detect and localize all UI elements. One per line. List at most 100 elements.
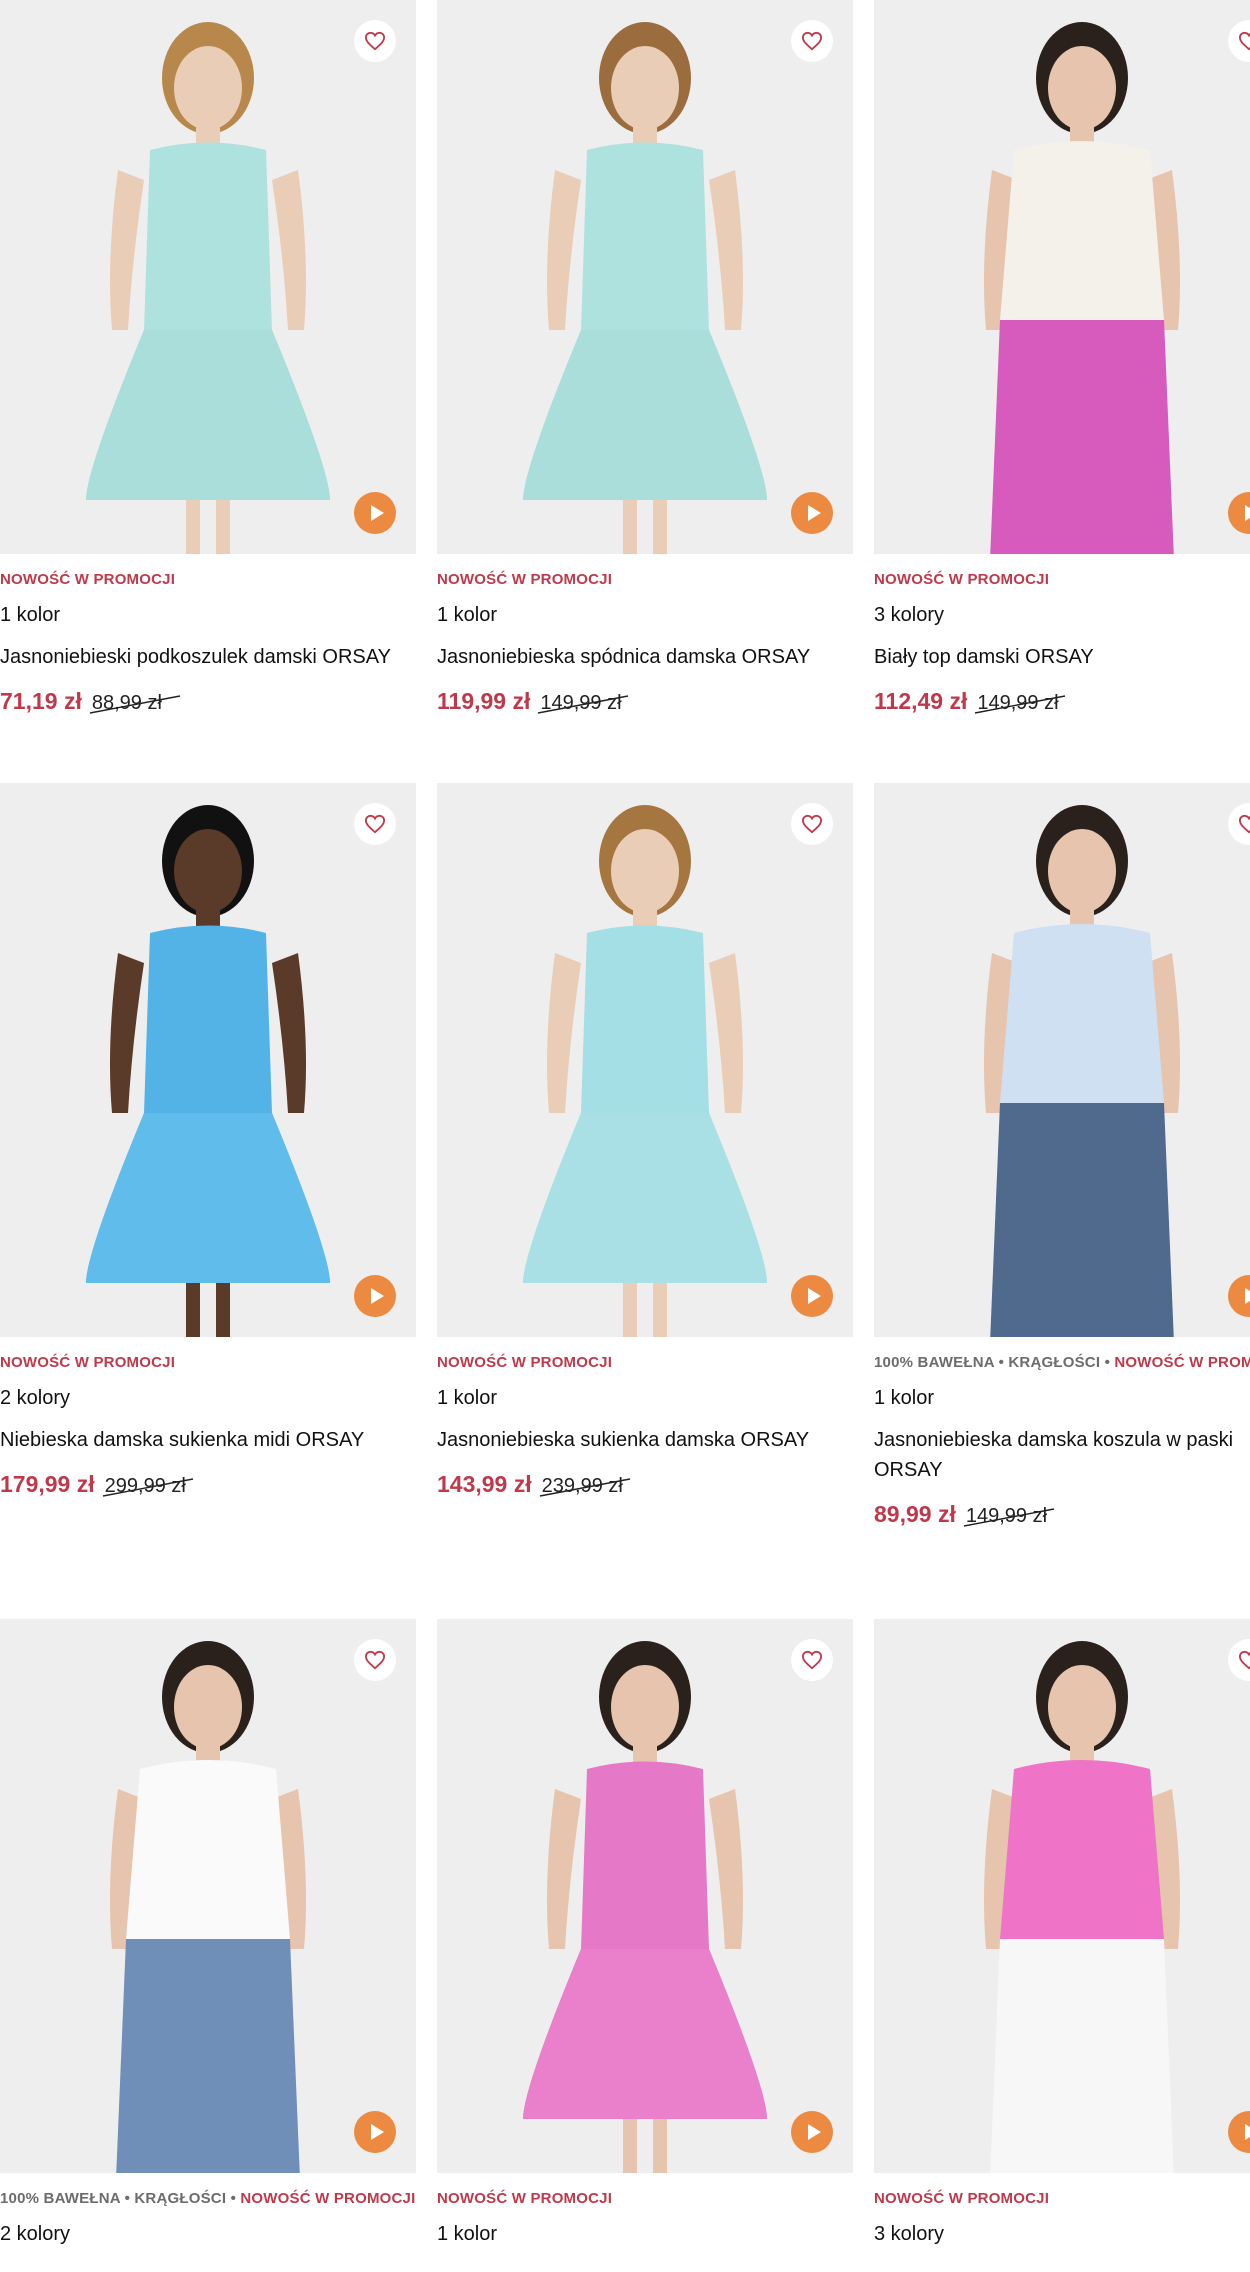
price-row: 143,99 zł 239,99 zł <box>437 1471 853 1498</box>
heart-outline-icon <box>364 1650 386 1670</box>
color-count: 1 kolor <box>437 2223 498 2245</box>
sale-price: 143,99 zł <box>437 1471 532 1497</box>
sale-price: 71,19 zł <box>0 688 82 714</box>
product-image[interactable] <box>874 0 1250 554</box>
tag-separator: • <box>226 2190 241 2207</box>
strikethrough-line <box>102 1478 193 1497</box>
heart-outline-icon <box>801 31 823 51</box>
color-count: 1 kolor <box>874 1387 935 1409</box>
product-card[interactable]: NOWOŚĆ W PROMOCJI 3 kolory Biały top damsk… <box>874 0 1250 715</box>
product-title[interactable]: Jasnoniebieska spódnica damska ORSAY <box>437 642 853 672</box>
play-icon <box>369 504 385 522</box>
original-price: 149,99 zł <box>975 692 1066 715</box>
color-count: 1 kolor <box>437 604 498 626</box>
promo-tag: NOWOŚĆ W PROMOCJI <box>874 2190 1050 2207</box>
heart-outline-icon <box>801 814 823 834</box>
product-tags: NOWOŚĆ W PROMOCJI <box>0 1351 416 1374</box>
product-image[interactable] <box>0 0 416 554</box>
strikethrough-line <box>538 695 629 714</box>
promo-tag: NOWOŚĆ W PROMOCJI <box>437 571 613 588</box>
tag-separator: • <box>1100 1354 1115 1371</box>
product-image[interactable] <box>874 1619 1250 2173</box>
original-price: 239,99 zł <box>539 1475 630 1498</box>
original-price: 299,99 zł <box>102 1475 193 1498</box>
promo-tag: NOWOŚĆ W PROMOCJI <box>437 2190 613 2207</box>
original-price: 149,99 zł <box>538 692 629 715</box>
product-title[interactable]: Jasnoniebieska sukienka damska ORSAY <box>437 1425 853 1455</box>
sale-price: 119,99 zł <box>437 688 531 714</box>
strikethrough-line <box>89 695 180 714</box>
play-video-button[interactable] <box>791 2111 833 2153</box>
feature-tag: KRĄGŁOŚCI <box>134 2190 227 2207</box>
promo-tag: NOWOŚĆ W PROMOCJI <box>874 571 1050 588</box>
favorite-button[interactable] <box>791 20 833 62</box>
product-card[interactable]: NOWOŚĆ W PROMOCJI 1 kolor Jasnoniebieska s… <box>437 0 853 715</box>
product-image[interactable] <box>437 1619 853 2173</box>
favorite-button[interactable] <box>354 803 396 845</box>
product-card[interactable]: NOWOŚĆ W PROMOCJI 1 kolor <box>437 1619 853 2247</box>
feature-tag: 100% BAWEŁNA <box>0 2190 121 2207</box>
play-icon <box>806 2123 822 2141</box>
promo-tag: NOWOŚĆ W PROMOCJI <box>1114 1354 1250 1371</box>
sale-price: 112,49 zł <box>874 688 968 714</box>
play-video-button[interactable] <box>354 2111 396 2153</box>
product-title[interactable]: Jasnoniebieski podkoszulek damski ORSAY <box>0 642 416 672</box>
product-image[interactable] <box>437 0 853 554</box>
product-image[interactable] <box>437 783 853 1337</box>
play-video-button[interactable] <box>354 1275 396 1317</box>
feature-tag: 100% BAWEŁNA <box>874 1354 995 1371</box>
product-image[interactable] <box>874 783 1250 1337</box>
product-tags: NOWOŚĆ W PROMOCJI <box>437 2187 853 2210</box>
favorite-button[interactable] <box>354 1639 396 1681</box>
play-icon <box>369 2123 385 2141</box>
product-tags: 100% BAWEŁNA • KRĄGŁOŚCI • NOWOŚĆ W PROM… <box>0 2187 416 2210</box>
favorite-button[interactable] <box>791 803 833 845</box>
promo-tag: NOWOŚĆ W PROMOCJI <box>0 571 176 588</box>
strikethrough-line <box>975 695 1066 714</box>
product-card[interactable]: 100% BAWEŁNA • KRĄGŁOŚCI • NOWOŚĆ W PROM… <box>0 1619 416 2247</box>
play-icon <box>806 504 822 522</box>
price-row: 112,49 zł 149,99 zł <box>874 688 1250 715</box>
play-video-button[interactable] <box>791 492 833 534</box>
product-grid: NOWOŚĆ W PROMOCJI 1 kolor Jasnoniebieski p… <box>0 0 1250 2272</box>
tag-separator: • <box>120 2190 135 2207</box>
promo-tag: NOWOŚĆ W PROMOCJI <box>437 1354 613 1371</box>
play-icon <box>369 1287 385 1305</box>
play-video-button[interactable] <box>354 492 396 534</box>
product-title[interactable]: Niebieska damska sukienka midi ORSAY <box>0 1425 416 1455</box>
price-row: 179,99 zł 299,99 zł <box>0 1471 416 1498</box>
heart-outline-icon <box>364 31 386 51</box>
heart-outline-icon <box>801 1650 823 1670</box>
product-title[interactable]: Jasnoniebieska damska koszula w paski OR… <box>874 1425 1250 1485</box>
sale-price: 179,99 zł <box>0 1471 95 1497</box>
feature-tag: KRĄGŁOŚCI <box>1008 1354 1101 1371</box>
heart-outline-icon <box>1238 31 1250 51</box>
product-title[interactable]: Biały top damski ORSAY <box>874 642 1250 672</box>
product-card[interactable]: NOWOŚĆ W PROMOCJI 1 kolor Jasnoniebieski p… <box>0 0 416 715</box>
strikethrough-line <box>539 1478 630 1497</box>
price-row: 119,99 zł 149,99 zł <box>437 688 853 715</box>
product-tags: NOWOŚĆ W PROMOCJI <box>874 568 1250 591</box>
color-count: 1 kolor <box>437 1387 498 1409</box>
tag-separator: • <box>994 1354 1009 1371</box>
favorite-button[interactable] <box>354 20 396 62</box>
product-image[interactable] <box>0 1619 416 2173</box>
play-icon <box>1243 504 1250 522</box>
strikethrough-line <box>963 1508 1054 1527</box>
product-card[interactable]: NOWOŚĆ W PROMOCJI 2 kolory Niebieska damsk… <box>0 783 416 1498</box>
play-video-button[interactable] <box>791 1275 833 1317</box>
color-count: 2 kolory <box>0 2223 71 2245</box>
color-count: 1 kolor <box>0 604 61 626</box>
play-icon <box>1243 2123 1250 2141</box>
color-count: 2 kolory <box>0 1387 71 1409</box>
product-card[interactable]: 100% BAWEŁNA • KRĄGŁOŚCI • NOWOŚĆ W PROM… <box>874 783 1250 1528</box>
favorite-button[interactable] <box>791 1639 833 1681</box>
promo-tag: NOWOŚĆ W PROMOCJI <box>0 1354 176 1371</box>
product-image[interactable] <box>0 783 416 1337</box>
product-card[interactable]: NOWOŚĆ W PROMOCJI 1 kolor Jasnoniebieska s… <box>437 783 853 1498</box>
original-price: 88,99 zł <box>89 692 180 715</box>
product-card[interactable]: NOWOŚĆ W PROMOCJI 3 kolory <box>874 1619 1250 2247</box>
product-tags: NOWOŚĆ W PROMOCJI <box>437 1351 853 1374</box>
price-row: 71,19 zł 88,99 zł <box>0 688 416 715</box>
play-icon <box>806 1287 822 1305</box>
